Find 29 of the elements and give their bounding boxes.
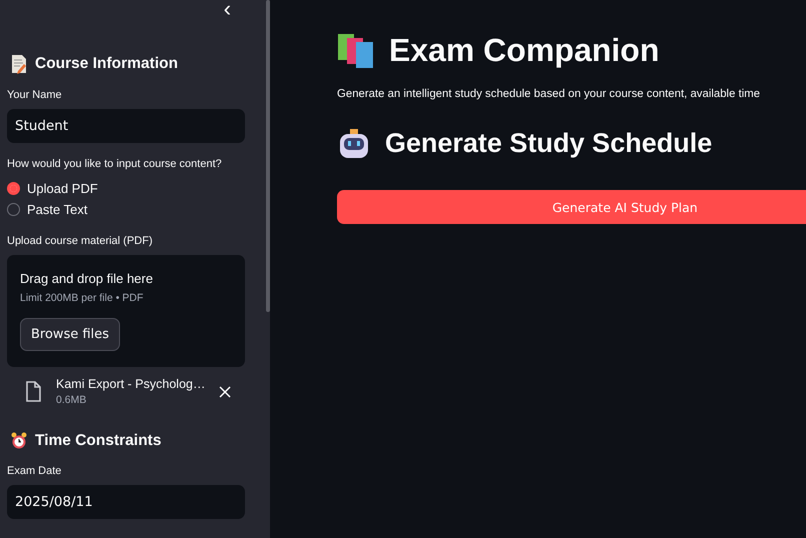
field-label: How would you like to input course content? xyxy=(7,157,223,171)
section-heading: Time Constraints xyxy=(35,432,162,450)
file-size: 0.6MB xyxy=(56,394,88,406)
field-label: Your Name xyxy=(7,88,63,102)
field-label: Upload course material (PDF) xyxy=(7,234,154,248)
file-name: Kami Export - Psycholog… xyxy=(56,377,206,391)
close-icon[interactable] xyxy=(219,386,232,398)
dropzone-hint: Limit 200MB per file • PDF xyxy=(20,292,144,304)
alarm-clock-icon xyxy=(11,432,27,450)
radio-label[interactable]: Upload PDF xyxy=(27,181,98,196)
file-icon xyxy=(25,381,42,402)
dropzone-title: Drag and drop file here xyxy=(20,271,154,286)
description-text: Generate an intelligent study schedule based on your course content, available time xyxy=(337,87,761,102)
page-title: Exam Companion xyxy=(389,32,660,69)
collapse-sidebar-button[interactable]: ‹ xyxy=(220,0,235,18)
memo-icon xyxy=(11,54,27,74)
date-input-field[interactable]: 2025/08/11 xyxy=(7,485,245,519)
radio-button[interactable] xyxy=(7,182,20,195)
scrollbar-thumb[interactable] xyxy=(266,0,270,312)
radio-button[interactable] xyxy=(7,203,20,216)
name-input-field[interactable]: Student xyxy=(7,109,245,143)
field-label: Exam Date xyxy=(7,464,62,478)
section-heading: Course Information xyxy=(35,55,178,73)
radio-label[interactable]: Paste Text xyxy=(27,202,88,217)
books-icon xyxy=(337,32,375,68)
file-dropzone[interactable]: Drag and drop file here Limit 200MB per file • PDF Browse files xyxy=(7,255,245,367)
robot-icon xyxy=(337,126,371,160)
browse-files-button[interactable]: Browse files xyxy=(20,318,120,351)
section-heading: Generate Study Schedule xyxy=(385,128,712,158)
